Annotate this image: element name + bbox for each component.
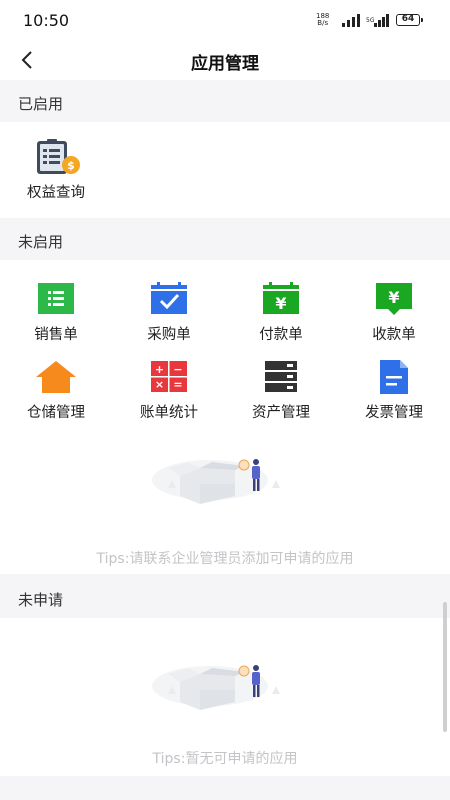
app-label: 采购单 <box>147 327 191 343</box>
app-label: 权益查询 <box>27 185 85 201</box>
not-applied-panel: Tips:暂无可申请的应用 <box>0 618 450 776</box>
scrollbar[interactable] <box>443 602 447 732</box>
bill-statistics-icon: + − × = <box>149 360 189 394</box>
app-bill-statistics[interactable]: + − × = 账单统计 <box>119 360 219 422</box>
app-label: 发票管理 <box>365 405 423 421</box>
payment-order-icon: ¥ <box>261 282 301 316</box>
section-header-enabled: 已启用 <box>0 82 450 122</box>
section-header-not-applied: 未申请 <box>0 578 450 618</box>
asset-management-icon <box>261 360 301 394</box>
empty-box-illustration <box>152 665 280 710</box>
nav-bar: 应用管理 <box>0 40 450 80</box>
section-title-enabled: 已启用 <box>18 95 64 113</box>
empty-box-illustration <box>152 459 280 504</box>
svg-text:$: $ <box>67 159 75 172</box>
app-warehouse[interactable]: 仓储管理 <box>6 360 106 422</box>
page-title: 应用管理 <box>191 54 259 74</box>
invoice-management-icon <box>374 360 414 394</box>
not-applied-tips: Tips:暂无可申请的应用 <box>152 751 298 767</box>
svg-text:¥: ¥ <box>388 288 399 307</box>
section-title-not-enabled: 未启用 <box>18 233 64 251</box>
signal-strength-2-icon: 5G <box>366 14 389 27</box>
section-title-not-applied: 未申请 <box>18 591 64 609</box>
purchase-order-icon <box>149 282 189 316</box>
network-speed-unit: B/s <box>317 19 329 27</box>
warehouse-icon <box>36 360 76 394</box>
sales-order-icon <box>36 282 76 316</box>
app-asset-management[interactable]: 资产管理 <box>231 360 331 422</box>
app-label: 销售单 <box>34 327 78 343</box>
network-speed: 188 B/s <box>316 13 329 27</box>
app-label: 付款单 <box>259 327 303 343</box>
svg-text:=: = <box>173 378 182 391</box>
benefits-query-icon: $ <box>36 139 80 174</box>
app-receipt-order[interactable]: ¥ 收款单 <box>344 282 444 344</box>
svg-text:¥: ¥ <box>275 294 286 313</box>
app-invoice-management[interactable]: 发票管理 <box>344 360 444 422</box>
signal-strength-icon <box>342 14 360 27</box>
app-label: 收款单 <box>372 327 416 343</box>
svg-text:×: × <box>155 378 164 391</box>
not-enabled-apps-panel: 销售单 采购单 ¥ 付款单 ¥ 收款单 仓储管理 + − × = 账单统计 资产… <box>0 260 450 574</box>
app-purchase-order[interactable]: 采购单 <box>119 282 219 344</box>
not-enabled-tips: Tips:请联系企业管理员添加可申请的应用 <box>96 551 354 567</box>
receipt-order-icon: ¥ <box>374 282 414 316</box>
status-time: 10:50 <box>23 11 70 30</box>
app-label: 仓储管理 <box>27 405 85 421</box>
svg-text:5G: 5G <box>366 17 375 24</box>
app-payment-order[interactable]: ¥ 付款单 <box>231 282 331 344</box>
app-benefits-query[interactable]: $ 权益查询 <box>6 139 106 202</box>
svg-text:−: − <box>173 363 182 376</box>
enabled-apps-panel: $ 权益查询 <box>0 122 450 218</box>
app-sales-order[interactable]: 销售单 <box>6 282 106 344</box>
app-label: 账单统计 <box>140 405 198 421</box>
svg-text:+: + <box>155 363 164 376</box>
status-bar: 10:50 188 B/s 5G 64 <box>0 0 450 40</box>
battery-icon: 64 <box>396 14 423 26</box>
section-header-not-enabled: 未启用 <box>0 220 450 260</box>
app-label: 资产管理 <box>252 405 310 421</box>
